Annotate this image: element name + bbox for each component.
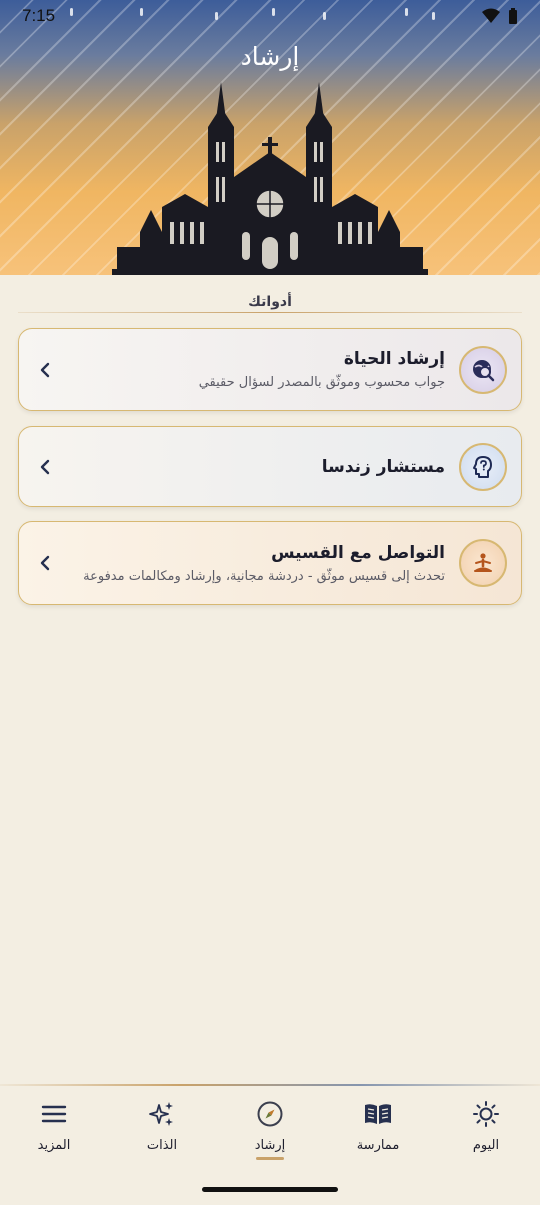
contact-priest-card[interactable]: التواصل مع القسيس تحدث إلى قسيس موثّق - … — [18, 521, 522, 605]
card-subtitle: تحدث إلى قسيس موثّق - دردشة مجانية، وإرش… — [83, 568, 445, 584]
sparkles-icon — [149, 1102, 173, 1126]
home-indicator[interactable] — [202, 1187, 338, 1192]
nav-item-practice[interactable]: ممارسة — [333, 1100, 423, 1170]
battery-icon — [509, 8, 517, 24]
nav-label: ممارسة — [356, 1138, 400, 1153]
nav-item-self[interactable]: الذات — [117, 1100, 207, 1170]
card-title: مستشار زندسا — [321, 456, 445, 477]
section-divider — [18, 311, 522, 313]
status-icons — [482, 8, 518, 24]
zendsa-advisor-card[interactable]: مستشار زندسا — [18, 426, 522, 507]
search-globe-icon — [473, 359, 495, 381]
cathedral-illustration — [112, 82, 428, 275]
nav-item-today[interactable]: اليوم — [441, 1100, 531, 1170]
chevron-left-icon — [40, 555, 50, 571]
status-time: 7:15 — [22, 6, 56, 25]
nav-item-guidance[interactable]: إرشاد — [225, 1100, 315, 1170]
chevron-left-icon — [40, 459, 50, 474]
nav-label: الذات — [146, 1138, 178, 1153]
section-heading: أدواتك — [18, 294, 522, 318]
section-title: أدواتك — [242, 294, 298, 310]
card-title: إرشاد الحياة — [343, 349, 445, 369]
card-text: التواصل مع القسيس تحدث إلى قسيس موثّق - … — [55, 541, 445, 586]
card-icon-container — [459, 442, 507, 491]
menu-icon — [41, 1105, 67, 1123]
active-indicator — [256, 1157, 284, 1160]
chevron-left-icon — [40, 362, 50, 377]
card-text: مستشار زندسا — [55, 455, 445, 479]
sun-icon — [473, 1101, 499, 1127]
card-icon-container — [459, 539, 507, 587]
meditating-person-icon — [474, 553, 492, 572]
page-title: إرشاد — [240, 42, 300, 71]
nav-label: اليوم — [472, 1138, 500, 1153]
header-banner: 7:15 إرشاد — [0, 0, 540, 275]
bottom-navigation: اليوم ممارسة إرشاد الذات المزيد — [0, 1084, 540, 1174]
card-title: التواصل مع القسيس — [271, 542, 445, 563]
nav-divider — [0, 1084, 540, 1086]
status-bar: 7:15 — [0, 0, 540, 32]
open-book-icon — [365, 1104, 391, 1124]
head-question-icon — [473, 455, 492, 478]
compass-icon — [257, 1101, 283, 1127]
life-guidance-card[interactable]: إرشاد الحياة جواب محسوب وموثّق بالمصدر ل… — [18, 328, 522, 411]
nav-label: المزيد — [37, 1138, 71, 1153]
nav-label: إرشاد — [254, 1138, 286, 1153]
nav-item-more[interactable]: المزيد — [9, 1100, 99, 1170]
wifi-icon — [482, 8, 500, 23]
card-icon-container — [459, 345, 507, 394]
card-subtitle: جواب محسوب وموثّق بالمصدر لسؤال حقيقي — [198, 375, 445, 390]
card-text: إرشاد الحياة جواب محسوب وموثّق بالمصدر ل… — [55, 347, 445, 392]
